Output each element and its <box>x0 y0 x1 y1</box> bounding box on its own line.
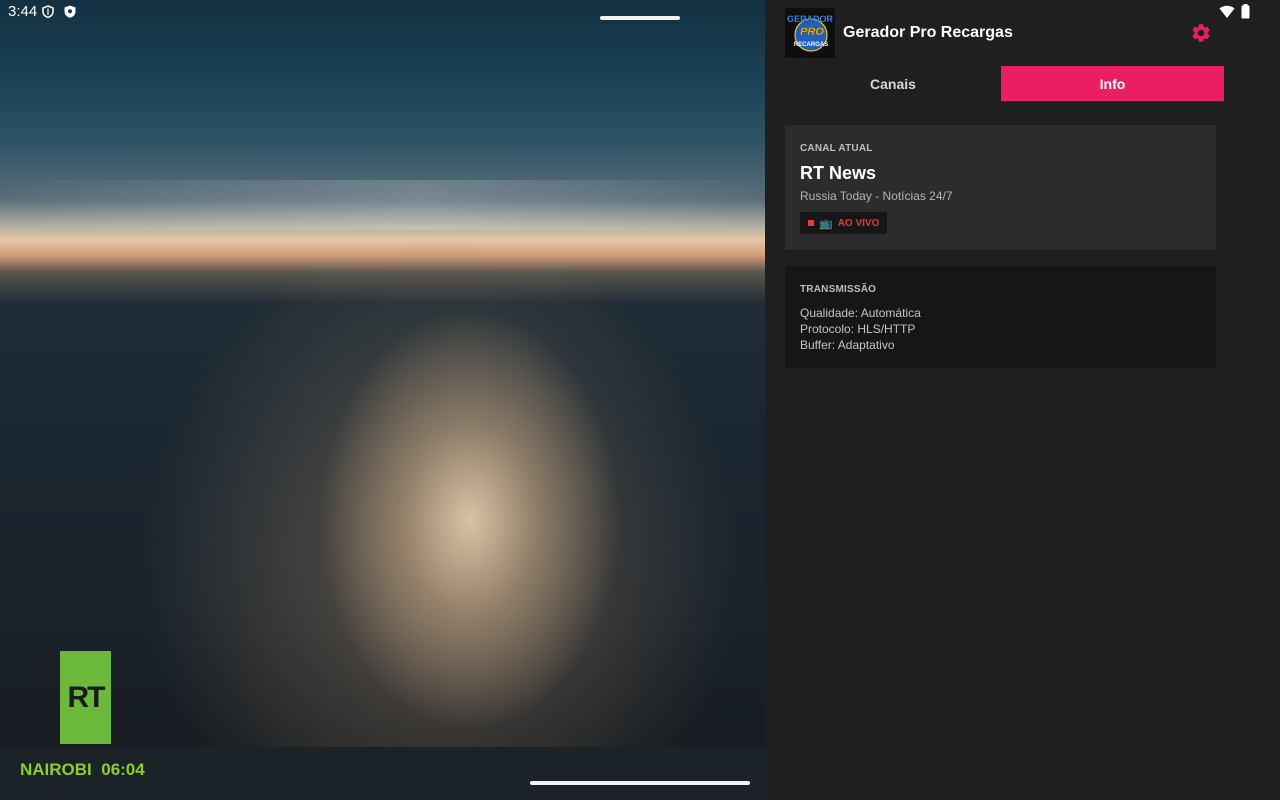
ticker-text: NAIROBI 06:04 <box>20 760 145 780</box>
transmission-card: TRANSMISSÃO Qualidade: Automática Protoc… <box>785 266 1216 368</box>
channel-name: RT News <box>800 163 877 183</box>
home-indicator[interactable] <box>530 781 750 785</box>
live-label: AO VIVO <box>837 217 880 229</box>
protocol-info: Protocolo: HLS/HTTP <box>800 322 916 336</box>
logo-line-1: GERADOR <box>787 14 834 24</box>
live-badge: 📺 AO VIVO <box>800 212 888 234</box>
logo-line-3: RECARGAS <box>794 42 828 48</box>
ticker-city: NAIROBI <box>20 760 92 779</box>
tab-bar: Canais Info <box>785 66 1224 101</box>
drag-handle-top[interactable] <box>600 16 680 20</box>
app-header: GERADOR PRO RECARGAS Gerador Pro Recarga… <box>785 8 1245 58</box>
tab-canais[interactable]: Canais <box>785 66 1001 101</box>
quality-info: Qualidade: Automática <box>800 306 921 320</box>
news-ticker: NAIROBI 06:04 <box>0 747 765 800</box>
transmission-label: TRANSMISSÃO <box>800 284 877 295</box>
channel-logo: RT <box>60 651 111 744</box>
shield-icon <box>64 5 76 18</box>
logo-line-2: PRO <box>800 26 824 38</box>
app-logo: GERADOR PRO RECARGAS <box>785 8 835 58</box>
current-channel-card: CANAL ATUAL RT News Russia Today - Notíc… <box>785 125 1216 250</box>
tab-info[interactable]: Info <box>1001 66 1224 101</box>
app-logo-graphic: GERADOR PRO RECARGAS <box>785 8 835 58</box>
buffer-info: Buffer: Adaptativo <box>800 338 895 352</box>
current-channel-label: CANAL ATUAL <box>800 143 873 154</box>
tv-icon: 📺 <box>819 217 833 230</box>
gear-icon[interactable] <box>1190 22 1212 44</box>
video-player[interactable]: 3:44 RT NAIROBI 06:04 <box>0 0 765 800</box>
app-title: Gerador Pro Recargas <box>843 24 1013 41</box>
vpn-key-icon <box>42 5 54 18</box>
channel-description: Russia Today - Notícias 24/7 <box>800 189 953 203</box>
status-time: 3:44 <box>8 3 38 20</box>
status-bar: 3:44 <box>0 0 765 24</box>
live-dot-icon <box>808 220 814 226</box>
side-panel: GERADOR PRO RECARGAS Gerador Pro Recarga… <box>765 0 1280 800</box>
ticker-time: 06:04 <box>101 760 145 779</box>
